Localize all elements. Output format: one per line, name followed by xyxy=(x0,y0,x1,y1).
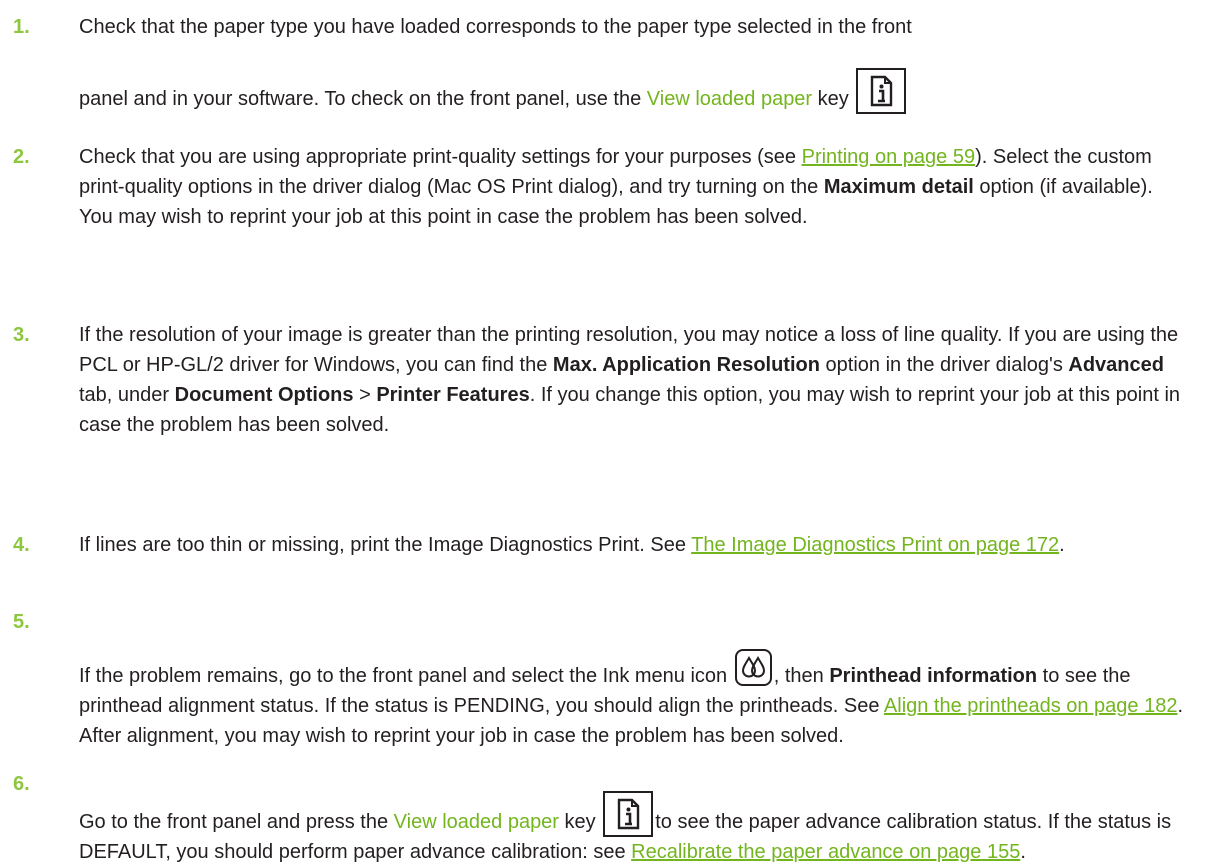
step-number: 1. xyxy=(13,16,30,38)
step-1-line-1: Check that the paper type you have loade… xyxy=(79,16,912,38)
step-1-text: Check that the paper type you have loade… xyxy=(79,12,1189,114)
paper-info-key-icon xyxy=(856,68,907,114)
image-diagnostics-link[interactable]: The Image Diagnostics Print on page 172 xyxy=(691,534,1059,556)
step-number: 2. xyxy=(13,146,30,168)
paper-info-key-icon xyxy=(603,791,654,837)
step-number: 4. xyxy=(13,534,30,556)
ink-drops-icon xyxy=(734,649,772,686)
step-number: 5. xyxy=(13,611,30,633)
view-loaded-paper-key-label: View loaded paper xyxy=(646,88,813,110)
step-2-text: Check that you are using appropriate pri… xyxy=(79,146,1153,228)
step-1-line-2: panel and in your software. To check on … xyxy=(79,68,1189,114)
step-6-text: Go to the front panel and press the View… xyxy=(79,791,1189,867)
view-loaded-paper-key-label: View loaded paper xyxy=(393,811,559,833)
printing-link[interactable]: Printing on page 59 xyxy=(802,146,975,168)
step-4-text: If lines are too thin or missing, print … xyxy=(79,534,1065,556)
align-printheads-link[interactable]: Align the printheads on page 182 xyxy=(884,695,1178,717)
step-5-text: If the problem remains, go to the front … xyxy=(79,649,1189,751)
step-3-text: If the resolution of your image is great… xyxy=(79,324,1181,436)
step-number: 6. xyxy=(13,773,30,795)
step-number: 3. xyxy=(13,324,30,346)
recalibrate-paper-advance-link[interactable]: Recalibrate the paper advance on page 15… xyxy=(631,841,1020,863)
